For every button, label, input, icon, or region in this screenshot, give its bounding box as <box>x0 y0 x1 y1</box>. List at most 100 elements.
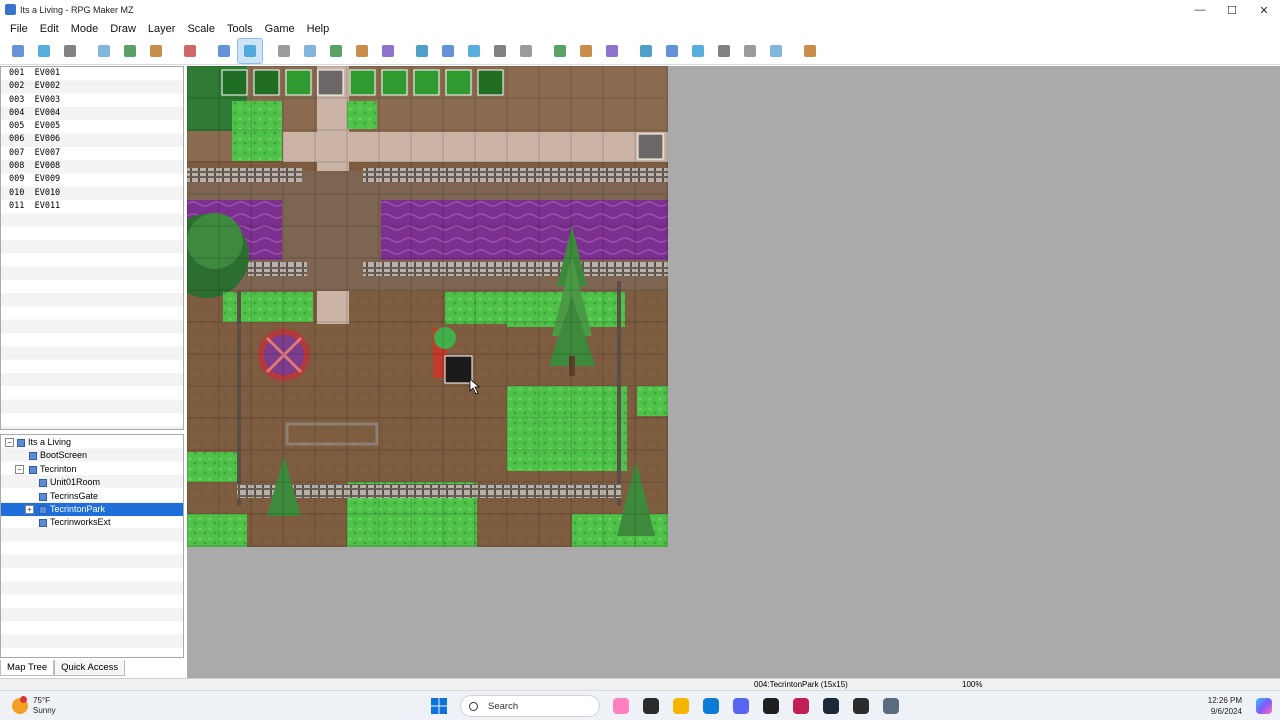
taskbar-search[interactable]: Search <box>460 695 600 717</box>
map-tree-item[interactable]: + TecrintonPark <box>1 502 183 517</box>
start-button[interactable] <box>428 695 450 717</box>
weather-widget[interactable]: 75°F Sunny <box>12 696 56 716</box>
map-tree-item-label: Unit01Room <box>50 477 101 488</box>
expand-icon[interactable]: + <box>25 504 34 514</box>
toolbar-separator <box>790 41 798 61</box>
menu-help[interactable]: Help <box>301 23 336 35</box>
layer-3-icon <box>330 45 342 57</box>
taskbar-apps: Search <box>424 695 906 717</box>
event-list-item[interactable]: 005 EV005 <box>1 120 183 133</box>
collapse-icon[interactable]: − <box>5 438 14 447</box>
menu-edit[interactable]: Edit <box>34 23 65 35</box>
pencil-button[interactable] <box>410 39 434 63</box>
sound-test-button[interactable] <box>686 39 710 63</box>
cut-button[interactable] <box>92 39 116 63</box>
taskbar: 75°F Sunny Search 12:26 PM 9/6/2024 <box>0 690 1280 720</box>
resource-manager-button[interactable] <box>738 39 762 63</box>
rectangle-icon <box>442 45 454 57</box>
menu-bar: File Edit Mode Draw Layer Scale Tools Game Help <box>0 20 1280 37</box>
new-project-button[interactable] <box>6 39 30 63</box>
event-list-item[interactable]: 004 EV004 <box>1 107 183 120</box>
zoom-in-button[interactable] <box>548 39 572 63</box>
tab-quick-access[interactable]: Quick Access <box>54 660 126 676</box>
map-tree-item[interactable]: TecrinworksExt <box>1 516 183 529</box>
rectangle-button[interactable] <box>436 39 460 63</box>
undo-button[interactable] <box>178 39 202 63</box>
layer-2-button[interactable] <box>298 39 322 63</box>
map-tree-item-label: TecrinsGate <box>50 490 99 501</box>
event-list-item[interactable]: 002 EV002 <box>1 80 183 93</box>
menu-layer[interactable]: Layer <box>142 23 182 35</box>
event-list-item[interactable]: 008 EV008 <box>1 160 183 173</box>
zoom-in-icon <box>554 45 566 57</box>
map-canvas[interactable] <box>187 66 668 547</box>
system-clock[interactable]: 12:26 PM 9/6/2024 <box>1208 695 1242 717</box>
map-tree-item[interactable]: BootScreen <box>1 449 183 462</box>
discord-icon[interactable] <box>730 695 752 717</box>
title-bar: Its a Living - RPG Maker MZ — ☐ ✕ <box>0 0 1280 20</box>
rider-icon[interactable] <box>790 695 812 717</box>
menu-tools[interactable]: Tools <box>221 23 259 35</box>
menu-scale[interactable]: Scale <box>181 23 221 35</box>
character-generator-button[interactable] <box>764 39 788 63</box>
layer-auto-button[interactable] <box>376 39 400 63</box>
event-list-item[interactable]: 006 EV006 <box>1 133 183 146</box>
map-tree-item[interactable]: − Its a Living <box>1 436 183 449</box>
database-button[interactable] <box>634 39 658 63</box>
paste-icon <box>150 45 162 57</box>
playtest-button[interactable] <box>798 39 822 63</box>
event-list-item[interactable]: 009 EV009 <box>1 173 183 186</box>
layer-3-button[interactable] <box>324 39 348 63</box>
save-project-button[interactable] <box>58 39 82 63</box>
project-icon <box>17 439 25 447</box>
toolbar <box>0 38 1280 65</box>
layer-1-button[interactable] <box>272 39 296 63</box>
panel-tabs: Map Tree Quick Access <box>0 660 184 678</box>
ellipse-button[interactable] <box>462 39 486 63</box>
map-tree-item[interactable]: TecrinsGate <box>1 490 183 503</box>
task-view-icon-glyph <box>643 698 659 714</box>
maximize-button[interactable]: ☐ <box>1216 0 1248 20</box>
layer-4-button[interactable] <box>350 39 374 63</box>
steam-link-icon[interactable] <box>760 695 782 717</box>
menu-game[interactable]: Game <box>259 23 301 35</box>
zoom-out-button[interactable] <box>574 39 598 63</box>
rpg-maker-icon[interactable] <box>880 695 902 717</box>
discord-icon-glyph <box>733 698 749 714</box>
chrome-icon[interactable] <box>850 695 872 717</box>
close-button[interactable]: ✕ <box>1248 0 1280 20</box>
event-mode-button[interactable] <box>237 38 263 64</box>
edge-icon[interactable] <box>700 695 722 717</box>
toolbar-separator <box>626 41 634 61</box>
menu-draw[interactable]: Draw <box>104 23 142 35</box>
map-tree-item[interactable]: Unit01Room <box>1 476 183 489</box>
event-list-item[interactable]: 001 EV001 <box>1 67 183 80</box>
minimize-button[interactable]: — <box>1184 0 1216 20</box>
open-project-button[interactable] <box>32 39 56 63</box>
event-list-item[interactable]: 007 EV007 <box>1 147 183 160</box>
zoom-actual-button[interactable] <box>600 39 624 63</box>
menu-file[interactable]: File <box>4 23 34 35</box>
copy-button[interactable] <box>118 39 142 63</box>
weather-temperature: 75°F <box>33 696 50 705</box>
flood-fill-button[interactable] <box>488 39 512 63</box>
task-view-icon[interactable] <box>640 695 662 717</box>
collapse-icon[interactable]: − <box>15 464 24 474</box>
shadow-pen-button[interactable] <box>514 39 538 63</box>
event-list-item[interactable]: 011 EV011 <box>1 200 183 213</box>
map-mode-button[interactable] <box>212 39 236 63</box>
notification-icon[interactable] <box>1256 698 1272 714</box>
layer-auto-icon <box>382 45 394 57</box>
copilot-app-icon[interactable] <box>610 695 632 717</box>
paste-button[interactable] <box>144 39 168 63</box>
menu-mode[interactable]: Mode <box>65 23 105 35</box>
plugin-manager-button[interactable] <box>660 39 684 63</box>
event-searcher-button[interactable] <box>712 39 736 63</box>
tab-map-tree[interactable]: Map Tree <box>0 660 55 676</box>
map-tree-item[interactable]: − Tecrinton <box>1 463 183 476</box>
toolbar-separator <box>84 41 92 61</box>
file-explorer-icon[interactable] <box>670 695 692 717</box>
steam-icon[interactable] <box>820 695 842 717</box>
event-list-item[interactable]: 010 EV010 <box>1 187 183 200</box>
event-list-item[interactable]: 003 EV003 <box>1 94 183 107</box>
